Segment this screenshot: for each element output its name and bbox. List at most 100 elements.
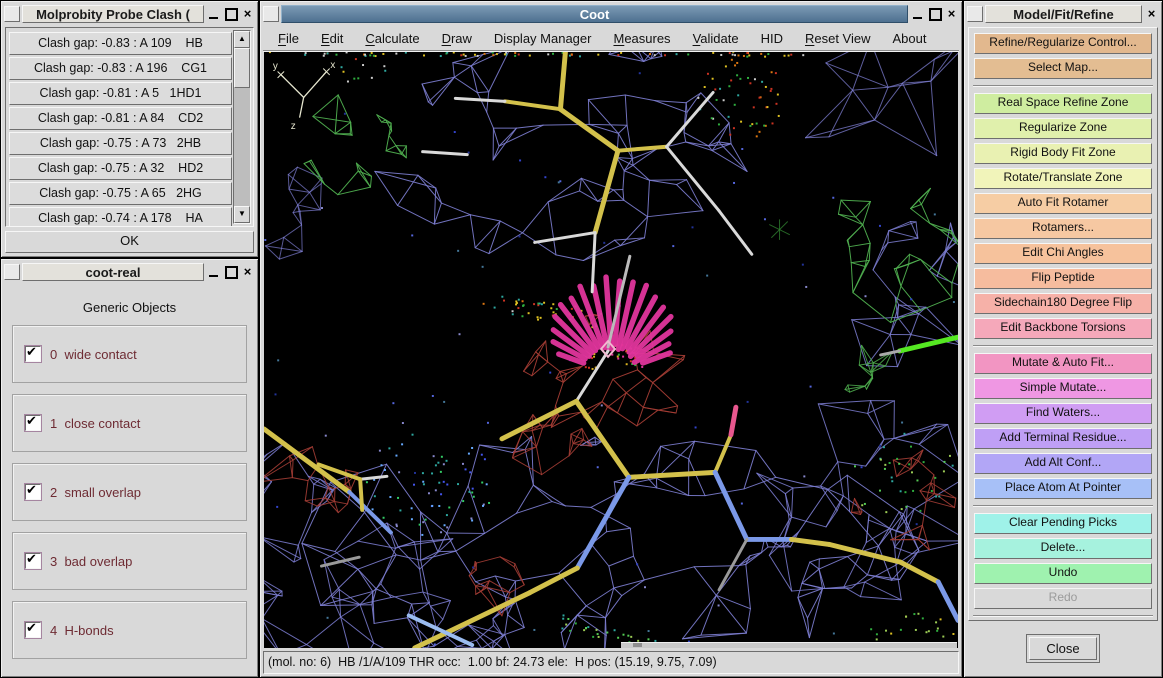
- canvas-horizontal-scrollbar[interactable]: [621, 642, 957, 648]
- close-icon[interactable]: ×: [240, 6, 255, 22]
- window-menu-icon[interactable]: [263, 6, 279, 22]
- generic-object-label: 1 close contact: [50, 416, 140, 431]
- model-fit-refine-window: Model/Fit/Refine × Refine/Regularize Con…: [963, 0, 1163, 678]
- clash-list-item[interactable]: Clash gap: -0.81 : A 5 1HD1: [9, 82, 232, 105]
- mfr-titlebar: Model/Fit/Refine ×: [967, 4, 1159, 24]
- edit-chi-angles-button[interactable]: Edit Chi Angles: [974, 243, 1152, 264]
- close-contact-checkbox[interactable]: ✔: [25, 415, 41, 431]
- rotate-translate-zone-button[interactable]: Rotate/Translate Zone: [974, 168, 1152, 189]
- window-menu-icon[interactable]: [4, 264, 20, 280]
- menu-display-manager[interactable]: Display Manager: [483, 31, 603, 46]
- maximize-icon[interactable]: [223, 264, 238, 280]
- window-menu-icon[interactable]: [4, 6, 20, 22]
- clash-list-item[interactable]: Clash gap: -0.83 : A 109 HB: [9, 32, 232, 55]
- molprobity-window-title: Molprobity Probe Clash (: [22, 5, 204, 23]
- generic-object-label: 0 wide contact: [50, 347, 137, 362]
- close-icon[interactable]: ×: [240, 264, 255, 280]
- menu-hid[interactable]: HID: [750, 31, 794, 46]
- separator: [973, 85, 1153, 87]
- close-button-ring: Close: [1026, 634, 1099, 663]
- clash-list-item[interactable]: Clash gap: -0.81 : A 84 CD2: [9, 107, 232, 130]
- close-icon[interactable]: ×: [944, 6, 959, 22]
- coot-titlebar: Coot ×: [263, 4, 959, 24]
- undo-button[interactable]: Undo: [974, 563, 1152, 584]
- regularize-zone-button[interactable]: Regularize Zone: [974, 118, 1152, 139]
- wide-contact-checkbox[interactable]: ✔: [25, 346, 41, 362]
- scroll-up-icon[interactable]: ▲: [234, 31, 250, 48]
- minimize-icon[interactable]: [206, 6, 221, 22]
- mfr-window-title: Model/Fit/Refine: [985, 5, 1142, 23]
- maximize-icon[interactable]: [927, 6, 942, 22]
- molprobity-titlebar: Molprobity Probe Clash ( ×: [4, 4, 255, 24]
- molprobity-clash-window: Molprobity Probe Clash ( × Clash gap: -0…: [0, 0, 259, 258]
- minimize-icon[interactable]: [910, 6, 925, 22]
- select-map-button[interactable]: Select Map...: [974, 58, 1152, 79]
- find-waters-button[interactable]: Find Waters...: [974, 403, 1152, 424]
- generic-object-row: ✔ 2 small overlap: [12, 463, 247, 521]
- rigid-body-fit-zone-button[interactable]: Rigid Body Fit Zone: [974, 143, 1152, 164]
- mutate-auto-fit-button[interactable]: Mutate & Auto Fit...: [974, 353, 1152, 374]
- delete-button[interactable]: Delete...: [974, 538, 1152, 559]
- separator: [973, 615, 1153, 617]
- generic-object-row: ✔ 0 wide contact: [12, 325, 247, 383]
- real-space-refine-zone-button[interactable]: Real Space Refine Zone: [974, 93, 1152, 114]
- h-bonds-checkbox[interactable]: ✔: [25, 622, 41, 638]
- edit-backbone-torsions-button[interactable]: Edit Backbone Torsions: [974, 318, 1152, 339]
- add-alt-conf-button[interactable]: Add Alt Conf...: [974, 453, 1152, 474]
- status-text: (mol. no: 6) HB /1/A/109 THR occ: 1.00 b…: [263, 651, 959, 674]
- minimize-icon[interactable]: [206, 264, 221, 280]
- close-area: Close: [967, 622, 1159, 674]
- clash-list-item[interactable]: Clash gap: -0.75 : A 65 2HG: [9, 182, 232, 205]
- menu-calculate[interactable]: Calculate: [354, 31, 430, 46]
- redo-button[interactable]: Redo: [974, 588, 1152, 609]
- add-terminal-residue-button[interactable]: Add Terminal Residue...: [974, 428, 1152, 449]
- sidechain-180-flip-button[interactable]: Sidechain180 Degree Flip: [974, 293, 1152, 314]
- bad-overlap-checkbox[interactable]: ✔: [25, 553, 41, 569]
- clash-list-scrollbar[interactable]: ▲ ▼: [233, 30, 251, 224]
- svg-text:z: z: [291, 121, 296, 132]
- menu-edit[interactable]: Edit: [310, 31, 354, 46]
- generic-object-row: ✔ 4 H-bonds: [12, 601, 247, 659]
- separator: [973, 345, 1153, 347]
- check-icon: ✔: [26, 413, 37, 429]
- auto-fit-rotamer-button[interactable]: Auto Fit Rotamer: [974, 193, 1152, 214]
- ok-button[interactable]: OK: [5, 231, 254, 253]
- menu-validate[interactable]: Validate: [682, 31, 750, 46]
- generic-object-row: ✔ 3 bad overlap: [12, 532, 247, 590]
- clash-list-item[interactable]: Clash gap: -0.74 : A 178 HA: [9, 207, 232, 227]
- close-button[interactable]: Close: [1029, 637, 1096, 660]
- clear-pending-picks-button[interactable]: Clear Pending Picks: [974, 513, 1152, 534]
- coot-main-window: Coot × File Edit Calculate Draw Display …: [259, 0, 963, 678]
- flip-peptide-button[interactable]: Flip Peptide: [974, 268, 1152, 289]
- menu-reset-view[interactable]: Reset View: [794, 31, 882, 46]
- svg-text:x: x: [330, 60, 335, 71]
- svg-text:y: y: [273, 61, 278, 72]
- window-menu-icon[interactable]: [967, 6, 983, 22]
- scroll-down-icon[interactable]: ▼: [234, 206, 250, 223]
- scrollbar-thumb[interactable]: [234, 48, 250, 88]
- simple-mutate-button[interactable]: Simple Mutate...: [974, 378, 1152, 399]
- close-icon[interactable]: ×: [1144, 6, 1159, 22]
- generic-objects-heading: Generic Objects: [4, 300, 255, 315]
- mfr-button-panel: Refine/Regularize Control... Select Map.…: [968, 27, 1158, 621]
- menu-draw[interactable]: Draw: [431, 31, 483, 46]
- place-atom-at-pointer-button[interactable]: Place Atom At Pointer: [974, 478, 1152, 499]
- check-icon: ✔: [26, 620, 37, 636]
- clash-list-item[interactable]: Clash gap: -0.83 : A 196 CG1: [9, 57, 232, 80]
- scrollbar-thumb[interactable]: [633, 643, 642, 647]
- generic-object-label: 3 bad overlap: [50, 554, 132, 569]
- statusbar: (mol. no: 6) HB /1/A/109 THR occ: 1.00 b…: [263, 651, 959, 674]
- maximize-icon[interactable]: [223, 6, 238, 22]
- small-overlap-checkbox[interactable]: ✔: [25, 484, 41, 500]
- menu-file[interactable]: File: [267, 31, 310, 46]
- rotamers-button[interactable]: Rotamers...: [974, 218, 1152, 239]
- molecular-viewport[interactable]: y x z: [264, 52, 958, 648]
- menu-about[interactable]: About: [882, 31, 938, 46]
- clash-list-item[interactable]: Clash gap: -0.75 : A 73 2HB: [9, 132, 232, 155]
- coot-real-titlebar: coot-real ×: [4, 262, 255, 282]
- menu-measures[interactable]: Measures: [602, 31, 681, 46]
- clash-list: Clash gap: -0.83 : A 109 HB Clash gap: -…: [5, 27, 254, 227]
- clash-list-item[interactable]: Clash gap: -0.75 : A 32 HD2: [9, 157, 232, 180]
- refine-regularize-control-button[interactable]: Refine/Regularize Control...: [974, 33, 1152, 54]
- check-icon: ✔: [26, 344, 37, 360]
